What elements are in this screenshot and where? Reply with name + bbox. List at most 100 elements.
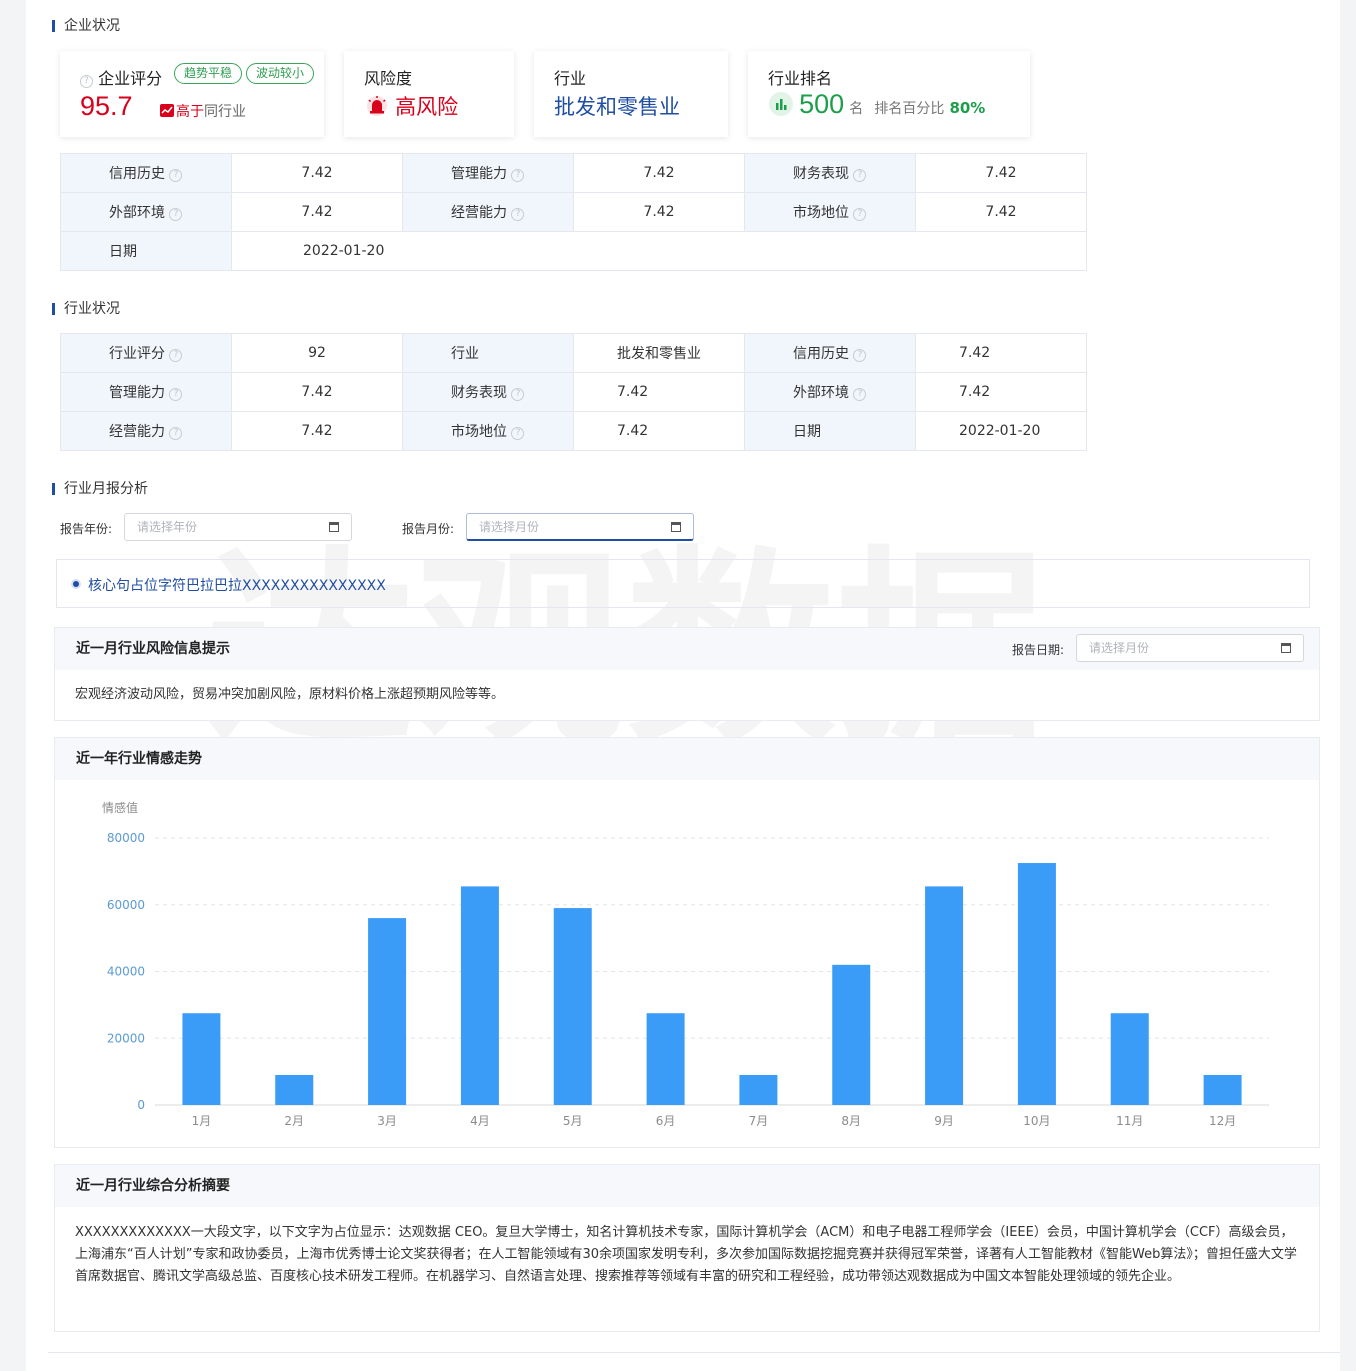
industry-card: 行业 批发和零售业 [534,51,728,137]
question-icon[interactable]: ? [511,208,525,221]
table-row: 外部环境 ? 7.42 经营能力 ? 7.42 市场地位 ? 7.42 [60,192,1087,232]
rank-card: 行业排名 500 名 排名百分比 80% [748,51,1030,137]
chart-ytick-label: 60000 [107,898,145,912]
section-title-enterprise: 企业状况 [52,18,120,34]
chart-bar[interactable] [739,1074,778,1105]
tag-trend: 趋势平稳 [174,63,243,84]
calendar-icon [329,522,339,532]
enterprise-table: 信用历史 ? 7.42 管理能力 ? 7.42 财务表现 ? 7.42 外部环境… [60,153,1087,271]
chart-bar[interactable] [646,1013,685,1105]
table-key: 日期 [60,231,232,271]
chart-xtick-label: 8月 [841,1114,861,1128]
table-key: 经营能力 ? [402,192,574,232]
alarm-icon [364,96,395,118]
chart-xtick-label: 6月 [656,1114,676,1128]
table-key: 财务表现 ? [744,153,916,193]
table-value: 2022-01-20 [231,231,1087,271]
table-value: 92 [231,333,403,373]
chart-bar[interactable] [925,886,964,1105]
table-key: 经营能力 ? [60,411,232,451]
table-value: 7.42 [573,411,745,451]
table-key: 市场地位 ? [402,411,574,451]
chart-ytick-label: 0 [137,1098,145,1112]
chart-ytick-label: 80000 [107,831,145,845]
report-date-placeholder: 请选择月份 [1089,641,1150,655]
core-sentence-box: 核心句占位字符巴拉巴拉XXXXXXXXXXXXXXX [56,559,1310,608]
table-value: 7.42 [231,192,403,232]
question-icon[interactable]: ? [511,388,525,401]
chart-xtick-label: 7月 [749,1114,769,1128]
summary-panel-title: 近一月行业综合分析摘要 [55,1165,1319,1207]
core-sentence: 核心句占位字符巴拉巴拉XXXXXXXXXXXXXXX [88,578,386,594]
score-compare-prefix: 高于 [176,104,204,120]
rank-pct-label: 排名百分比 [874,101,945,117]
calendar-icon [671,522,681,532]
month-picker[interactable]: 请选择月份 [466,513,694,541]
tag-volatility: 波动较小 [246,63,315,84]
month-label: 报告月份: [402,522,455,536]
summary-panel-body: XXXXXXXXXXXXX一大段文字，以下文字为占位显示：达观数据 CEO。复旦… [75,1225,1297,1284]
chart-bar[interactable] [1203,1074,1242,1105]
question-icon[interactable]: ? [169,427,183,440]
score-compare-suffix: 同行业 [204,104,246,120]
table-key: 行业评分 ? [60,333,232,373]
rank-unit: 名 [849,101,864,117]
question-icon[interactable]: ? [853,349,867,362]
chart-bar[interactable] [460,886,499,1105]
chart-ytick-label: 40000 [107,965,145,979]
question-icon[interactable]: ? [511,427,525,440]
report-date-picker[interactable]: 请选择月份 [1076,634,1304,662]
chart-xtick-label: 3月 [377,1114,397,1128]
chart-bar[interactable] [368,918,407,1105]
score-card-label: 企业评分 [98,69,163,88]
chart-xtick-label: 1月 [192,1114,212,1128]
chart-bar[interactable] [182,1013,221,1105]
table-value: 7.42 [573,192,745,232]
question-icon[interactable]: ? [853,169,867,182]
question-icon[interactable]: ? [169,208,183,221]
table-key: 外部环境 ? [60,192,232,232]
trend-up-icon [160,104,174,117]
table-value: 7.42 [573,153,745,193]
report-date-label: 报告日期: [1012,643,1065,657]
chart-xtick-label: 11月 [1116,1114,1143,1128]
table-key: 行业 [402,333,574,373]
question-icon[interactable]: ? [853,208,867,221]
table-value: 2022-01-20 [915,411,1087,451]
chart-bar[interactable] [553,908,592,1105]
question-icon[interactable]: ? [853,388,867,401]
table-value: 7.42 [915,192,1087,232]
calendar-icon [1281,643,1291,653]
chart-bar[interactable] [275,1074,314,1105]
rank-value: 500 [799,89,845,119]
trend-panel-title: 近一年行业情感走势 [55,738,1319,780]
year-picker[interactable]: 请选择年份 [124,513,352,541]
table-value: 7.42 [915,333,1087,373]
table-value: 7.42 [915,153,1087,193]
month-placeholder: 请选择月份 [479,520,540,534]
table-value: 批发和零售业 [573,333,745,373]
table-value: 7.42 [915,372,1087,412]
question-icon[interactable]: ? [169,388,183,401]
table-value: 7.42 [231,153,403,193]
question-icon[interactable]: ? [80,75,93,88]
chart-bar[interactable] [1017,863,1056,1105]
summary-panel: 近一月行业综合分析摘要 XXXXXXXXXXXXX一大段文字，以下文字为占位显示… [54,1164,1320,1332]
table-key: 日期 [744,411,916,451]
table-key: 市场地位 ? [744,192,916,232]
question-icon[interactable]: ? [169,169,183,182]
page: 达观数据 DATA GRAND 企业状况 ? 企业评分 趋势平稳 波动较小 95… [26,0,1340,1371]
risk-value-wrap: 高风险 [364,91,458,121]
table-key: 财务表现 ? [402,372,574,412]
industry-value: 批发和零售业 [554,95,680,119]
risk-card-label: 风险度 [364,69,413,88]
chart-bar[interactable] [1110,1013,1149,1105]
chart-bar[interactable] [832,964,871,1105]
sentiment-bar-chart: 情感值 1月 2月 3月 4月 5月 6月 7月 8月 9月 10月 11月 12月 0 20000 40… [102,800,1269,1128]
year-label: 报告年份: [60,522,113,536]
question-icon[interactable]: ? [169,349,183,362]
score-card: ? 企业评分 趋势平稳 波动较小 95.7 高于同行业 [60,51,324,137]
question-icon[interactable]: ? [511,169,525,182]
section-title-monthly: 行业月报分析 [52,481,148,497]
chart-xtick-label: 5月 [563,1114,583,1128]
